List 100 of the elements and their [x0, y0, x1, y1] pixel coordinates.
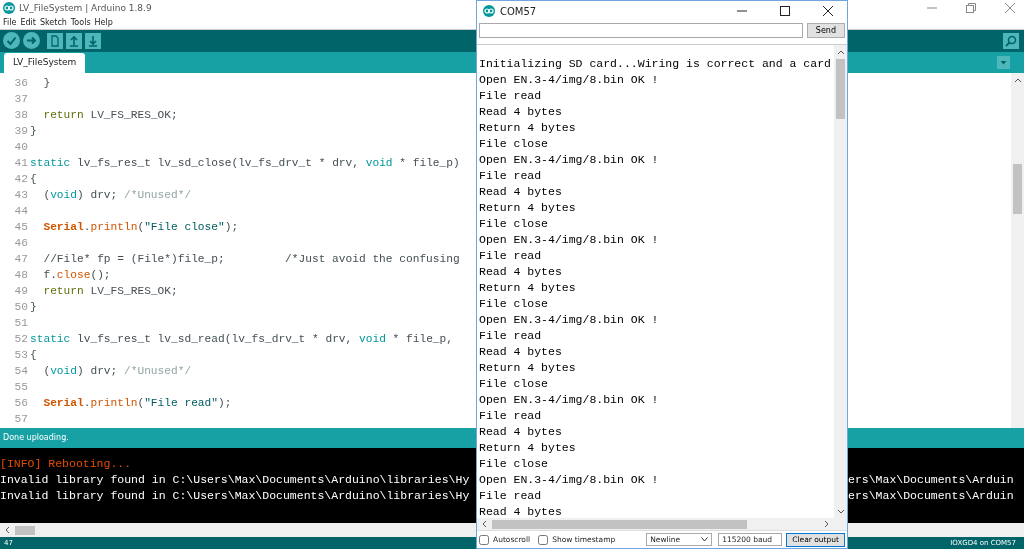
line-number: 36 [13, 75, 28, 91]
console-line: ers\Max\Documents\Arduin [848, 473, 1014, 487]
line-number: 48 [13, 267, 28, 283]
menu-item[interactable]: Edit [20, 16, 36, 29]
upload-icon[interactable] [23, 32, 40, 50]
console-line: Invalid library found in C:\Users\Max\Documents\Arduino\libraries\Hy [0, 488, 471, 505]
line-number: 50 [13, 299, 28, 315]
code-line: return LV_FS_RES_OK; [42, 284, 178, 297]
output-line: Open EN.3-4/img/8.bin OK ! [479, 312, 660, 328]
scroll-left-icon[interactable] [3, 526, 11, 535]
line-number: 49 [13, 283, 28, 299]
line-number: 46 [13, 235, 28, 251]
maximize-icon [780, 6, 790, 16]
code-line: static lv_fs_res_t lv_sd_close(lv_fs_drv_t * drv, void * file_p) [30, 156, 460, 169]
code-line: Serial.println("File close"); [42, 220, 239, 233]
code-line: return LV_FS_RES_OK; [42, 108, 178, 121]
output-line: File read [479, 328, 543, 344]
output-line: Read 4 bytes [479, 504, 563, 518]
scroll-thumb[interactable] [836, 59, 845, 119]
output-line: File read [479, 408, 543, 424]
scroll-down-icon[interactable] [836, 508, 845, 516]
checkbox[interactable] [538, 534, 549, 545]
console-line: Invalid library found in C:\Users\Max\Documents\Arduino\libraries\Hy [0, 472, 471, 489]
scrollbar[interactable] [1011, 72, 1024, 429]
scroll-thumb[interactable] [15, 525, 35, 535]
code-line: f.close(); [42, 268, 111, 281]
output-line: Open EN.3-4/img/8.bin OK ! [479, 392, 660, 408]
code-line: } [30, 300, 37, 313]
close-icon[interactable] [1005, 3, 1015, 14]
line-number: 56 [13, 395, 28, 411]
scroll-up-icon[interactable] [836, 48, 845, 56]
scroll-thumb[interactable] [492, 519, 747, 529]
dropdown-icon[interactable] [997, 55, 1010, 69]
code-line: (void) drv; /*Unused*/ [42, 188, 192, 201]
output-line: Return 4 bytes [479, 200, 577, 216]
checkbox[interactable] [479, 534, 489, 545]
console-line: ers\Max\Documents\Arduin [848, 489, 1014, 503]
output-line: Open EN.3-4/img/8.bin OK ! [479, 472, 660, 488]
menu-item[interactable]: Help [94, 16, 113, 29]
output-line: File close [479, 456, 549, 472]
output-line: File read [479, 488, 543, 504]
output-line: Read 4 bytes [479, 184, 563, 200]
menu-item[interactable]: Tools [70, 16, 91, 29]
output-line: Read 4 bytes [479, 264, 563, 280]
scroll-left-icon[interactable] [480, 520, 488, 528]
line-number: 38 [13, 107, 28, 123]
scrollbar[interactable] [477, 518, 847, 530]
code-line: { [30, 172, 37, 185]
code-line: { [30, 348, 37, 361]
restore-icon[interactable] [966, 3, 976, 14]
output-line: Open EN.3-4/img/8.bin OK ! [479, 152, 660, 168]
output-line: File close [479, 296, 549, 312]
output-line: Read 4 bytes [479, 344, 563, 360]
save-icon[interactable] [85, 32, 101, 49]
window-title: LV_FileSystem | Arduino 1.8.9 [19, 1, 152, 15]
new-file-icon[interactable] [47, 32, 63, 49]
code-line: } [30, 124, 37, 137]
caret-icon [701, 537, 709, 542]
line-number: 57 [13, 411, 28, 427]
send-button[interactable]: Send [806, 23, 845, 38]
verify-icon[interactable] [3, 32, 20, 50]
output-line: File close [479, 376, 549, 392]
line-number: 39 [13, 123, 28, 139]
line-number: 44 [13, 203, 28, 219]
console-line: [INFO] Rebooting... [0, 456, 133, 473]
line-number: 54 [13, 363, 28, 379]
output-line: File close [479, 136, 549, 152]
code-line: Serial.println("File read"); [42, 396, 232, 409]
scrollbar[interactable] [834, 45, 847, 518]
output-line: File read [479, 248, 543, 264]
line-number: 42 [13, 171, 28, 187]
output-line: Return 4 bytes [479, 280, 577, 296]
menu-item[interactable]: File [3, 16, 17, 29]
line-number: 45 [13, 219, 28, 235]
scroll-right-icon[interactable] [823, 520, 831, 528]
line-number: 41 [13, 155, 28, 171]
output-line: Open EN.3-4/img/8.bin OK ! [479, 72, 660, 88]
code-line: } [42, 76, 51, 89]
editor-tab[interactable]: LV_FileSystem [4, 53, 86, 73]
line-number: 51 [13, 315, 28, 331]
line-number: 47 [13, 251, 28, 267]
output-line: Initializing SD card...Wiring is correct and a card [479, 56, 832, 72]
scroll-thumb[interactable] [1013, 163, 1022, 214]
open-icon[interactable] [66, 32, 82, 49]
serial-monitor-icon[interactable] [1003, 32, 1019, 49]
menu-item[interactable]: Sketch [39, 16, 67, 29]
output-line: File read [479, 168, 543, 184]
output-line: Return 4 bytes [479, 360, 577, 376]
output-line: Return 4 bytes [479, 120, 577, 136]
code-line: static lv_fs_res_t lv_sd_read(lv_fs_drv_t * drv, void * file_p, [30, 332, 453, 345]
line-number: 43 [13, 187, 28, 203]
code-line: (void) drv; /*Unused*/ [42, 364, 192, 377]
output-line: File read [479, 88, 543, 104]
close-icon [823, 6, 833, 16]
message-input-field[interactable] [479, 23, 803, 38]
output-line: Open EN.3-4/img/8.bin OK ! [479, 232, 660, 248]
line-number: 37 [13, 91, 28, 107]
output-line: File close [479, 216, 549, 232]
line-number: 53 [13, 347, 28, 363]
line-number: 52 [13, 331, 28, 347]
